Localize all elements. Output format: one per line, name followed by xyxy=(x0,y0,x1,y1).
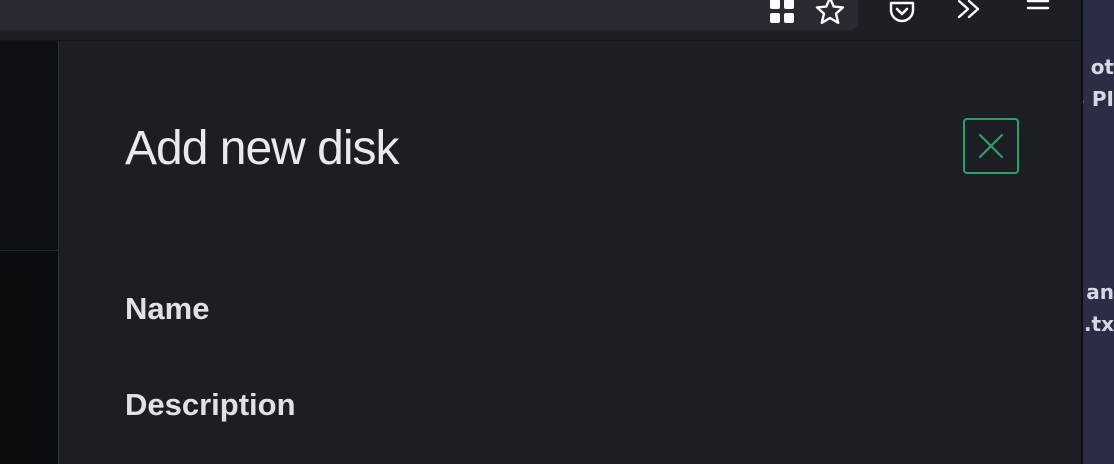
browser-toolbar xyxy=(0,0,1082,41)
menu-icon[interactable] xyxy=(1021,0,1055,28)
screen: Add new disk Name Description ot 3 PI an… xyxy=(0,0,1114,464)
background-text-line: an xyxy=(1086,280,1114,304)
bookmark-star-icon[interactable] xyxy=(813,0,847,28)
add-disk-panel: Add new disk Name Description xyxy=(58,41,1082,464)
name-field-label: Name xyxy=(125,291,210,326)
close-button[interactable] xyxy=(963,118,1019,174)
overflow-chevrons-icon[interactable] xyxy=(952,0,986,28)
sidebar-lower-section xyxy=(0,251,58,464)
background-text-line: .tx xyxy=(1083,312,1114,336)
background-window: ot 3 PI an .tx xyxy=(1083,0,1114,464)
background-text-line: 3 PI xyxy=(1083,87,1114,111)
panel-title: Add new disk xyxy=(125,122,399,175)
close-icon xyxy=(978,133,1004,159)
description-field-label: Description xyxy=(125,387,296,422)
extensions-icon[interactable] xyxy=(765,0,799,28)
background-text-line: ot xyxy=(1090,55,1114,79)
url-bar[interactable] xyxy=(0,0,858,30)
pocket-icon[interactable] xyxy=(885,0,919,28)
